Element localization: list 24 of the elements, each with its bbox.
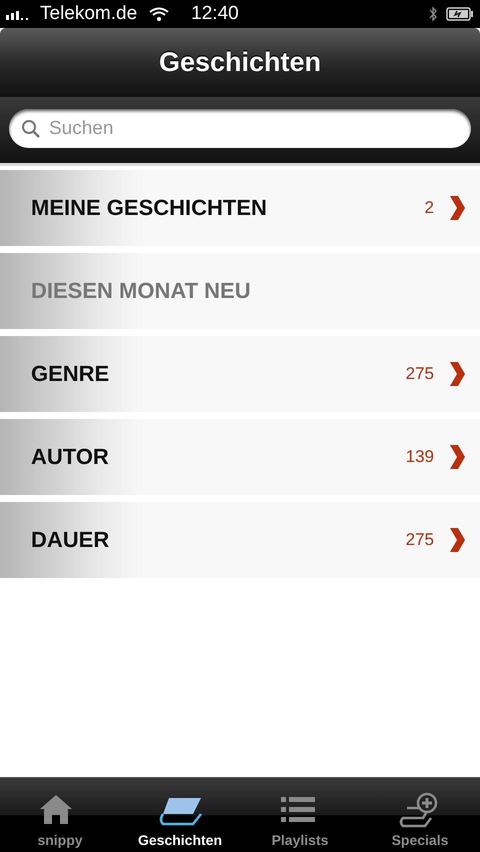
chevron-icon [448, 195, 466, 221]
carrier-name: Telekom.de [40, 3, 138, 25]
clock: 12:40 [191, 3, 239, 25]
tab-bar-item[interactable]: Playlists [240, 778, 360, 852]
tab-bar-item[interactable]: Specials [360, 778, 480, 852]
chevron-icon [448, 527, 466, 553]
tab-bar-item[interactable]: snippy [0, 778, 120, 852]
bluetooth-icon [428, 5, 438, 23]
list-row: DIESEN MONAT NEU [0, 253, 480, 329]
battery-icon [446, 7, 474, 21]
item-count: 275 [406, 364, 434, 384]
list-row[interactable]: GENRE 275 [0, 336, 480, 412]
list-row[interactable]: MEINE GESCHICHTEN 2 [0, 170, 480, 246]
item-count: 2 [424, 198, 434, 218]
list-row[interactable]: AUTOR 139 [0, 419, 480, 495]
chevron-icon [448, 444, 466, 470]
item-count: 275 [406, 530, 434, 550]
list-row[interactable]: DAUER 275 [0, 502, 480, 578]
tab-bar-item[interactable]: Geschichten [120, 778, 240, 852]
screen-title: Geschichten [158, 47, 322, 78]
chevron-icon [448, 361, 466, 387]
wifi-icon [149, 7, 170, 21]
item-count: 139 [406, 447, 434, 467]
search-icon [21, 118, 41, 138]
